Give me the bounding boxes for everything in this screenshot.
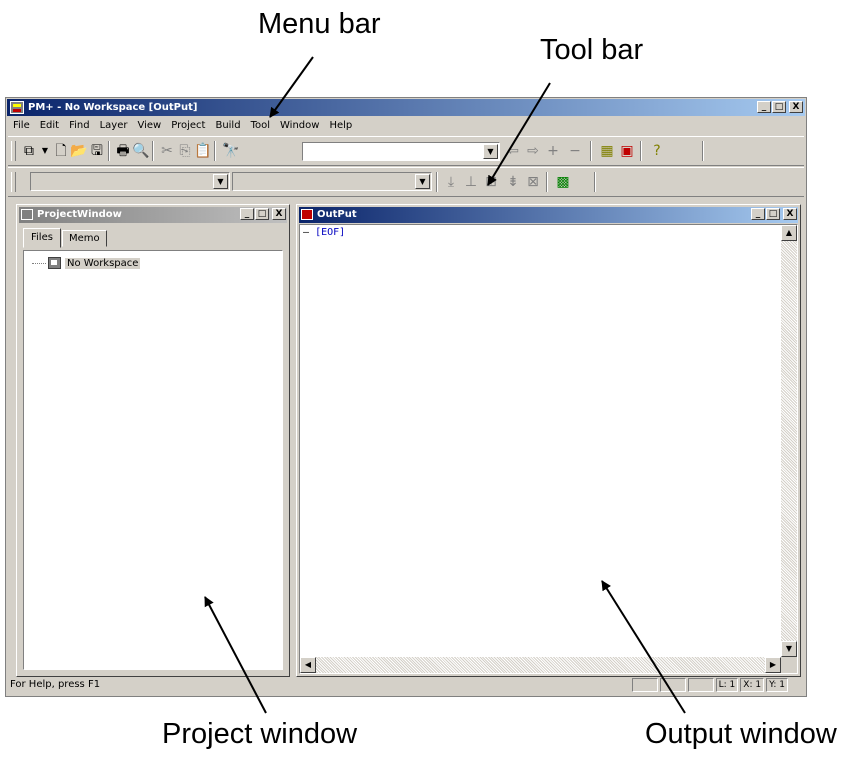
- toolbar-grip-2[interactable]: [11, 172, 16, 192]
- status-x: X: 1: [740, 678, 765, 692]
- output-line-text: [EOF]: [315, 227, 346, 238]
- output-window: OutPut _ □ X – [EOF] ▲ ▼ ◀ ▶: [296, 204, 801, 677]
- minimize-button[interactable]: _: [757, 101, 771, 113]
- chevron-down-icon[interactable]: ▼: [213, 174, 228, 189]
- app-window: PM+ - No Workspace [OutPut] _ □ X File E…: [5, 97, 807, 697]
- scroll-left-icon[interactable]: ◀: [300, 657, 316, 673]
- tool-bar-callout: Tool bar: [540, 34, 644, 66]
- menu-view[interactable]: View: [133, 118, 167, 134]
- build-combo-1[interactable]: ▼: [30, 172, 230, 191]
- scroll-right-icon[interactable]: ▶: [765, 657, 781, 673]
- project-tree[interactable]: No Workspace: [23, 250, 283, 670]
- menu-bar-callout: Menu bar: [258, 8, 381, 40]
- forward-icon[interactable]: ⇨: [524, 142, 542, 160]
- close-button[interactable]: X: [783, 208, 797, 220]
- close-button[interactable]: X: [272, 208, 286, 220]
- app-title-bar[interactable]: PM+ - No Workspace [OutPut] _ □ X: [7, 99, 805, 116]
- save-icon[interactable]: 🖫: [88, 142, 106, 160]
- rebuild-icon[interactable]: ⊞: [482, 173, 500, 191]
- horizontal-scrollbar[interactable]: ◀ ▶: [300, 657, 781, 673]
- standard-toolbar: ⧉ ▼ 🗋 📂 🖫 🖶 🔍 ✂ ⎘ 📋 🔭 ▼ ⇦ ⇨ + − ▦ ▣ ?: [8, 136, 804, 166]
- output-window-title: OutPut: [317, 209, 357, 220]
- output-window-icon[interactable]: ▣: [618, 142, 636, 160]
- find-combo[interactable]: ▼: [302, 142, 500, 161]
- chevron-down-icon[interactable]: ▼: [483, 144, 498, 159]
- menu-build[interactable]: Build: [210, 118, 245, 134]
- paste-icon[interactable]: 📋: [194, 142, 212, 160]
- tab-memo[interactable]: Memo: [61, 230, 107, 247]
- output-window-caption[interactable]: OutPut _ □ X: [299, 207, 798, 223]
- print-icon[interactable]: 🖶: [114, 142, 132, 160]
- maximize-button[interactable]: □: [255, 208, 269, 220]
- compile-icon[interactable]: ⇟: [504, 173, 522, 191]
- output-line-prefix: –: [303, 227, 310, 238]
- cut-icon[interactable]: ✂: [158, 142, 176, 160]
- add-icon[interactable]: +: [544, 142, 562, 160]
- build-icon[interactable]: ⤓: [442, 173, 460, 191]
- menu-help[interactable]: Help: [324, 118, 357, 134]
- back-icon[interactable]: ⇦: [504, 142, 522, 160]
- size-grip[interactable]: [781, 657, 797, 673]
- vertical-scrollbar[interactable]: ▲ ▼: [781, 225, 797, 657]
- tree-item-label: No Workspace: [65, 257, 141, 269]
- menu-bar: File Edit Find Layer View Project Build …: [8, 118, 357, 134]
- print-preview-icon[interactable]: 🔍: [132, 142, 150, 160]
- build-combo-2[interactable]: ▼: [232, 172, 432, 191]
- app-title: PM+ - No Workspace [OutPut]: [28, 102, 198, 113]
- build-toolbar: ▼ ▼ ⤓ ⊥ ⊞ ⇟ ⊠ ▩: [8, 167, 804, 197]
- menu-tool[interactable]: Tool: [246, 118, 275, 134]
- status-pane-empty: [687, 678, 714, 692]
- scroll-up-icon[interactable]: ▲: [781, 225, 797, 241]
- scroll-down-icon[interactable]: ▼: [781, 641, 797, 657]
- tab-files[interactable]: Files: [23, 228, 61, 248]
- maximize-button[interactable]: □: [766, 208, 780, 220]
- workspace-icon: [48, 257, 61, 269]
- stop-build-icon[interactable]: ⊠: [524, 173, 542, 191]
- toolbar-grip[interactable]: [11, 141, 16, 161]
- project-icon[interactable]: [21, 209, 33, 220]
- close-button[interactable]: X: [789, 101, 803, 113]
- menu-find[interactable]: Find: [64, 118, 95, 134]
- minimize-button[interactable]: _: [751, 208, 765, 220]
- menu-window[interactable]: Window: [275, 118, 324, 134]
- open-folder-icon[interactable]: 📂: [70, 142, 88, 160]
- output-text-area[interactable]: – [EOF] ▲ ▼ ◀ ▶: [299, 224, 798, 674]
- debugger-icon[interactable]: ▩: [554, 173, 572, 191]
- help-icon[interactable]: ?: [648, 142, 666, 160]
- status-y: Y: 1: [766, 678, 788, 692]
- project-window-callout: Project window: [162, 718, 358, 750]
- copy-icon[interactable]: ⎘: [176, 142, 194, 160]
- output-window-callout: Output window: [645, 718, 837, 750]
- menu-layer[interactable]: Layer: [95, 118, 133, 134]
- find-icon[interactable]: 🔭: [222, 142, 240, 160]
- menu-edit[interactable]: Edit: [35, 118, 64, 134]
- maximize-button[interactable]: □: [772, 101, 786, 113]
- status-pane-empty: [631, 678, 658, 692]
- project-window-icon[interactable]: ▦: [598, 142, 616, 160]
- minimize-button[interactable]: _: [240, 208, 254, 220]
- tree-item[interactable]: No Workspace: [32, 257, 141, 269]
- build-all-icon[interactable]: ⊥: [462, 173, 480, 191]
- status-bar: For Help, press F1 L: 1 X: 1 Y: 1: [8, 676, 804, 694]
- app-icon[interactable]: [10, 101, 24, 114]
- project-window-title: ProjectWindow: [37, 209, 122, 220]
- new-file-icon[interactable]: 🗋: [52, 142, 70, 160]
- output-icon[interactable]: [301, 209, 313, 220]
- project-window-caption[interactable]: ProjectWindow _ □ X: [19, 207, 287, 223]
- remove-icon[interactable]: −: [566, 142, 584, 160]
- output-line: – [EOF]: [303, 227, 345, 238]
- menu-project[interactable]: Project: [166, 118, 210, 134]
- status-pane-empty: [659, 678, 686, 692]
- status-line: L: 1: [715, 678, 739, 692]
- status-help-text: For Help, press F1: [10, 679, 101, 690]
- chevron-down-icon[interactable]: ▼: [415, 174, 430, 189]
- menu-file[interactable]: File: [8, 118, 35, 134]
- project-window: ProjectWindow _ □ X Files Memo No Worksp…: [16, 204, 290, 677]
